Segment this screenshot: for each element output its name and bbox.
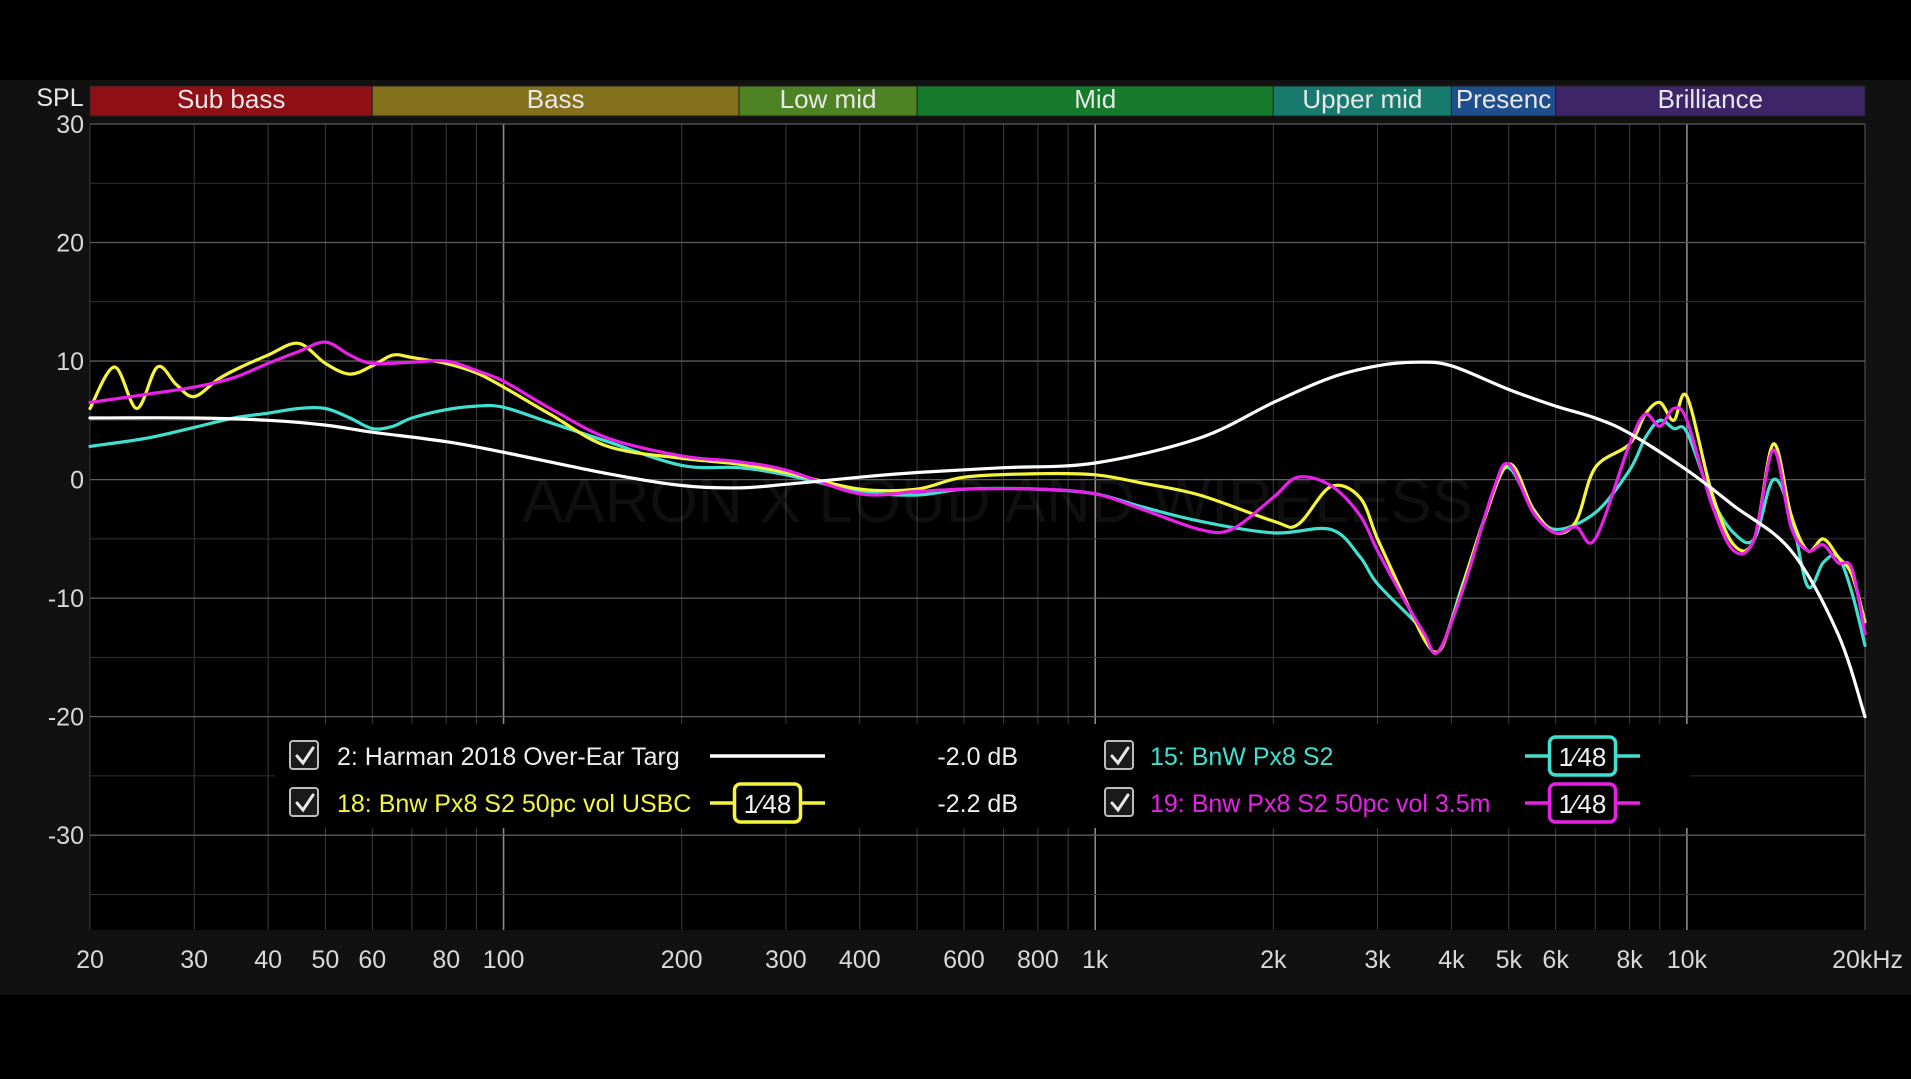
smoothing-label: 1⁄48 <box>1559 789 1607 819</box>
y-tick-label: 20 <box>56 230 84 258</box>
band-label: Sub bass <box>177 84 285 114</box>
legend-series-name: 15: BnW Px8 S2 <box>1150 743 1333 771</box>
legend-item[interactable]: 19: Bnw Px8 S2 50pc vol 3.5m 1⁄48 <box>1104 782 1640 824</box>
legend-series-name: 18: Bnw Px8 S2 50pc vol USBC <box>337 790 691 818</box>
x-tick-label: 20 <box>76 946 104 974</box>
legend-offset-value: -2.2 dB <box>937 790 1018 818</box>
x-tick-label: 5k <box>1496 946 1523 974</box>
x-tick-label: 60 <box>358 946 386 974</box>
y-tick-label: 10 <box>56 348 84 376</box>
legend-series-name: 19: Bnw Px8 S2 50pc vol 3.5m <box>1150 790 1490 818</box>
y-tick-label: -20 <box>48 704 84 732</box>
x-tick-label: 300 <box>765 946 807 974</box>
x-tick-label: 50 <box>312 946 340 974</box>
y-axis-label: SPL <box>36 84 83 112</box>
legend-checkbox[interactable] <box>1104 740 1134 770</box>
x-tick-label: 400 <box>839 946 881 974</box>
x-tick-label: 4k <box>1438 946 1465 974</box>
legend-offset-value: -2.0 dB <box>937 743 1018 771</box>
band-label: Low mid <box>780 84 877 114</box>
smoothing-label: 1⁄48 <box>1559 742 1607 772</box>
x-tick-label: 600 <box>943 946 985 974</box>
band-label: Mid <box>1074 84 1116 114</box>
frequency-response-chart: Sub bass Bass Low mid Mid Upper mid Presenc Br… <box>36 84 1903 974</box>
x-tick-label: 800 <box>1017 946 1059 974</box>
legend-series-name: 2: Harman 2018 Over-Ear Targ <box>337 743 680 771</box>
x-tick-label: 200 <box>661 946 703 974</box>
x-tick-label: 40 <box>254 946 282 974</box>
x-tick-label: 6k <box>1542 946 1569 974</box>
x-tick-label: 20kHz <box>1832 946 1903 974</box>
x-tick-label: 30 <box>180 946 208 974</box>
legend-checkbox[interactable] <box>289 787 319 817</box>
y-tick-label: 0 <box>70 467 84 495</box>
x-tick-label: 10k <box>1667 946 1708 974</box>
y-tick-label: -10 <box>48 585 84 613</box>
frequency-response-app: Sub bass Bass Low mid Mid Upper mid Presenc Br… <box>0 0 1911 1079</box>
band-label: Bass <box>527 84 585 114</box>
smoothing-label: 1⁄48 <box>744 789 792 819</box>
y-tick-label: 30 <box>56 111 84 139</box>
y-tick-label: -30 <box>48 822 84 850</box>
band-label: Upper mid <box>1302 84 1422 114</box>
x-tick-label: 2k <box>1260 946 1287 974</box>
band-label: Presenc <box>1456 84 1551 114</box>
x-tick-label: 3k <box>1364 946 1391 974</box>
x-tick-label: 8k <box>1616 946 1643 974</box>
legend-checkbox[interactable] <box>289 740 319 770</box>
legend-checkbox[interactable] <box>1104 787 1134 817</box>
x-tick-label: 80 <box>432 946 460 974</box>
watermark-text: AARON X LOUD AND WIRELESS <box>522 467 1473 536</box>
band-label: Brilliance <box>1658 84 1764 114</box>
x-tick-label: 100 <box>483 946 525 974</box>
x-tick-label: 1k <box>1082 946 1109 974</box>
